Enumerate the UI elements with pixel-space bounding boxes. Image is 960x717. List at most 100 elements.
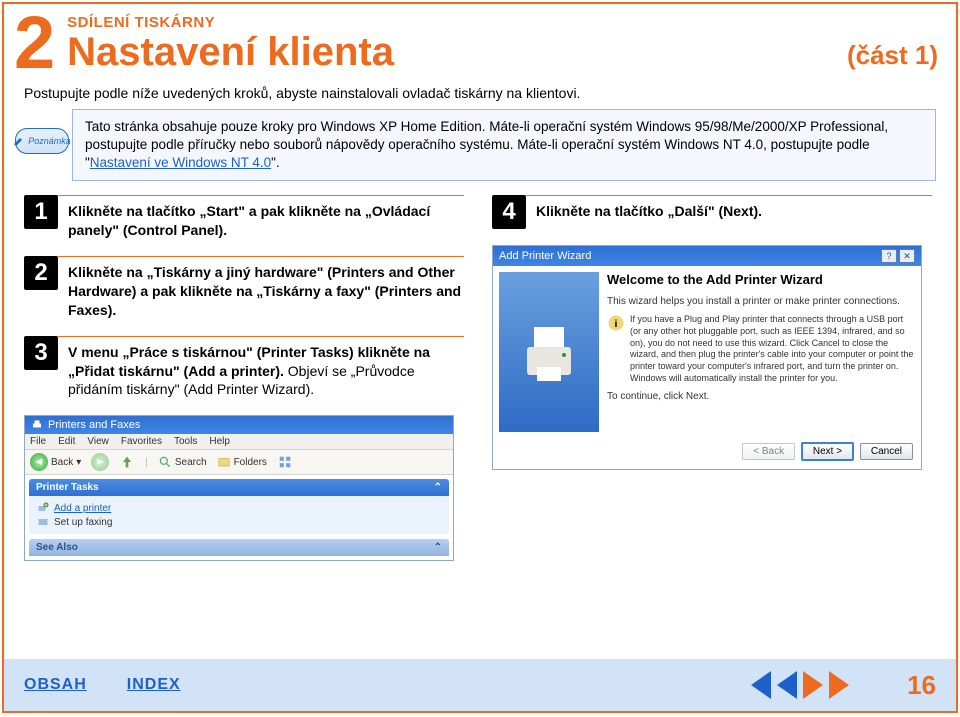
- step-2: 2 Klikněte na „Tiskárny a jiný hardware"…: [24, 256, 464, 320]
- wizard-p2: If you have a Plug and Play printer that…: [630, 314, 915, 384]
- step-body: V menu „Práce s tiskárnou" (Printer Task…: [58, 336, 464, 400]
- panel-title: See Also: [36, 542, 78, 553]
- collapse-icon[interactable]: ⌃: [434, 542, 442, 553]
- menu-help[interactable]: Help: [209, 436, 230, 447]
- step-1: 1 Klikněte na tlačítko „Start" a pak kli…: [24, 195, 464, 240]
- left-column: 1 Klikněte na tlačítko „Start" a pak kli…: [24, 195, 464, 561]
- svg-text:i: i: [615, 318, 618, 330]
- step-body: Klikněte na tlačítko „Start" a pak klikn…: [58, 195, 464, 240]
- wizard-title-text: Add Printer Wizard: [499, 250, 591, 262]
- note-badge-label: Poznámka: [28, 135, 71, 147]
- page-frame: 2 SDÍLENÍ TISKÁRNY Nastavení klienta (čá…: [2, 2, 958, 713]
- step-4: 4 Klikněte na tlačítko „Další" (Next).: [492, 195, 932, 229]
- note-link[interactable]: Nastavení ve Windows NT 4.0: [90, 155, 271, 170]
- setup-faxing-label: Set up faxing: [54, 517, 112, 528]
- wizard-window: Add Printer Wizard ? ✕: [492, 245, 922, 470]
- part-label: (část 1): [847, 40, 938, 77]
- wizard-body: Welcome to the Add Printer Wizard This w…: [493, 266, 921, 438]
- explorer-title: Printers and Faxes: [48, 419, 140, 431]
- fax-icon: [37, 516, 49, 528]
- wizard-main: Welcome to the Add Printer Wizard This w…: [607, 272, 915, 432]
- menu-file[interactable]: File: [30, 436, 46, 447]
- contents-link[interactable]: OBSAH: [24, 676, 87, 694]
- header-text-block: SDÍLENÍ TISKÁRNY Nastavení klienta: [67, 10, 847, 73]
- collapse-icon[interactable]: ⌃: [434, 482, 442, 493]
- explorer-menubar: File Edit View Favorites Tools Help: [25, 434, 453, 450]
- next-page-arrow[interactable]: [803, 671, 823, 699]
- next-button[interactable]: Next >: [801, 442, 854, 461]
- panel-header: Printer Tasks ⌃: [29, 479, 449, 496]
- toolbar-search[interactable]: Search: [158, 455, 207, 469]
- first-page-arrow[interactable]: [777, 671, 797, 699]
- add-printer-link[interactable]: Add a printer: [37, 501, 441, 515]
- step-text: Klikněte na „Tiskárny a jiný hardware" (…: [68, 264, 461, 318]
- explorer-titlebar: Printers and Faxes: [25, 416, 453, 434]
- panel-title: Printer Tasks: [36, 482, 99, 493]
- explorer-window: Printers and Faxes File Edit View Favori…: [24, 415, 454, 561]
- right-column: 4 Klikněte na tlačítko „Další" (Next). A…: [492, 195, 932, 561]
- back-icon: ◄: [30, 453, 48, 471]
- search-icon: [158, 455, 172, 469]
- see-also-panel: See Also ⌃: [29, 539, 449, 556]
- toolbar-back[interactable]: ◄ Back ▾: [30, 453, 81, 471]
- toolbar-separator: |: [145, 457, 148, 468]
- chevron-down-icon: ▾: [76, 457, 81, 468]
- add-printer-label: Add a printer: [54, 503, 111, 514]
- panel-body: Add a printer Set up faxing: [29, 496, 449, 534]
- note-box: Poznámka Tato stránka obsahuje pouze kro…: [72, 109, 936, 182]
- last-page-arrow[interactable]: [829, 671, 849, 699]
- toolbar-folders[interactable]: Folders: [217, 455, 267, 469]
- printer-add-icon: [37, 502, 49, 514]
- step-text: Klikněte na tlačítko „Další" (Next).: [536, 203, 762, 219]
- chapter-number: 2: [14, 10, 55, 77]
- views-icon[interactable]: [277, 455, 293, 469]
- folders-icon: [217, 455, 231, 469]
- help-button[interactable]: ?: [881, 249, 897, 263]
- menu-favorites[interactable]: Favorites: [121, 436, 162, 447]
- columns: 1 Klikněte na tlačítko „Start" a pak kli…: [4, 195, 956, 561]
- note-badge: Poznámka: [15, 128, 69, 154]
- prev-page-arrow[interactable]: [751, 671, 771, 699]
- step-number: 1: [24, 195, 58, 229]
- wizard-side-graphic: [499, 272, 599, 432]
- menu-edit[interactable]: Edit: [58, 436, 75, 447]
- wizard-p3: To continue, click Next.: [607, 390, 915, 403]
- step-number: 3: [24, 336, 58, 370]
- window-controls: ? ✕: [881, 249, 915, 263]
- printer-tasks-panel: Printer Tasks ⌃ Add a printer Set up fax…: [29, 479, 449, 534]
- step-body: Klikněte na „Tiskárny a jiný hardware" (…: [58, 256, 464, 320]
- menu-view[interactable]: View: [87, 436, 109, 447]
- step-text: Klikněte na tlačítko „Start" a pak klikn…: [68, 203, 430, 238]
- page-header: 2 SDÍLENÍ TISKÁRNY Nastavení klienta (čá…: [4, 4, 956, 77]
- wizard-p1: This wizard helps you install a printer …: [607, 295, 915, 308]
- wizard-heading: Welcome to the Add Printer Wizard: [607, 272, 915, 289]
- page-number: 16: [907, 670, 936, 701]
- page-footer: OBSAH INDEX 16: [4, 659, 956, 711]
- printer-graphic-icon: [519, 317, 579, 387]
- printer-icon: [31, 419, 43, 431]
- step-number: 4: [492, 195, 526, 229]
- pencil-icon: [13, 135, 25, 147]
- step-3: 3 V menu „Práce s tiskárnou" (Printer Ta…: [24, 336, 464, 400]
- info-icon: i: [607, 314, 625, 332]
- setup-faxing-link[interactable]: Set up faxing: [37, 515, 441, 529]
- supertitle: SDÍLENÍ TISKÁRNY: [67, 14, 847, 31]
- explorer-body: Printer Tasks ⌃ Add a printer Set up fax…: [25, 475, 453, 560]
- back-button: < Back: [742, 443, 795, 460]
- close-button[interactable]: ✕: [899, 249, 915, 263]
- menu-tools[interactable]: Tools: [174, 436, 197, 447]
- back-label: Back: [51, 457, 73, 468]
- up-icon[interactable]: [119, 454, 135, 470]
- folders-label: Folders: [234, 457, 267, 468]
- cancel-button[interactable]: Cancel: [860, 443, 913, 460]
- index-link[interactable]: INDEX: [127, 676, 181, 694]
- explorer-toolbar: ◄ Back ▾ ► | Search Folders: [25, 450, 453, 475]
- panel-header: See Also ⌃: [29, 539, 449, 556]
- forward-icon[interactable]: ►: [91, 453, 109, 471]
- note-text-b: ".: [271, 155, 280, 170]
- page-title: Nastavení klienta: [67, 31, 847, 73]
- step-body: Klikněte na tlačítko „Další" (Next).: [526, 195, 932, 229]
- page-subtitle: Postupujte podle níže uvedených kroků, a…: [4, 77, 956, 109]
- search-label: Search: [175, 457, 207, 468]
- wizard-footer: < Back Next > Cancel: [493, 438, 921, 469]
